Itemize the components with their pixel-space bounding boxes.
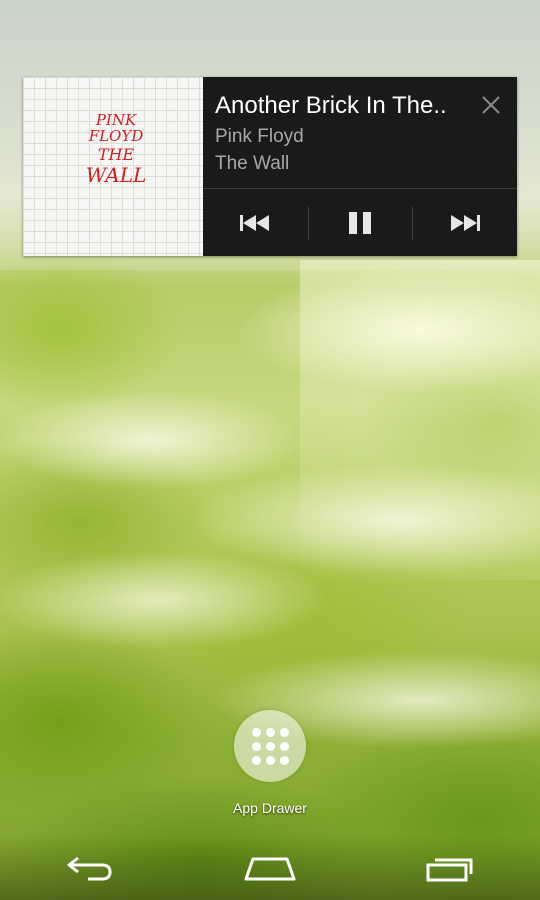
skip-previous-icon xyxy=(240,214,270,231)
track-info-panel: Another Brick In The.. Pink Floyd The Wa… xyxy=(203,77,517,256)
recents-button[interactable] xyxy=(405,838,495,898)
track-title: Another Brick In The.. xyxy=(215,92,447,119)
recent-apps-icon xyxy=(426,858,473,881)
next-button[interactable] xyxy=(412,189,517,256)
album-art-line-2: FLOYD xyxy=(88,126,144,145)
music-widget: PINK FLOYD THE WALL Another Brick In The… xyxy=(23,77,517,256)
track-artist: Pink Floyd xyxy=(215,126,304,147)
pause-button[interactable] xyxy=(307,189,413,256)
app-drawer-label: App Drawer xyxy=(233,800,307,816)
track-meta[interactable]: Another Brick In The.. Pink Floyd The Wa… xyxy=(203,77,517,188)
home-icon xyxy=(244,857,296,880)
skip-next-icon xyxy=(450,214,480,231)
app-drawer-button[interactable]: App Drawer xyxy=(232,710,308,816)
album-art[interactable]: PINK FLOYD THE WALL xyxy=(23,77,203,256)
home-screen: PINK FLOYD THE WALL Another Brick In The… xyxy=(0,0,540,900)
close-icon[interactable] xyxy=(479,93,503,117)
previous-button[interactable] xyxy=(203,189,308,256)
playback-controls xyxy=(203,188,517,256)
navigation-bar xyxy=(0,835,540,900)
album-art-text: PINK FLOYD THE WALL xyxy=(81,112,151,188)
pause-icon xyxy=(349,211,371,234)
back-icon xyxy=(67,856,112,880)
album-art-line-3: THE xyxy=(97,144,135,164)
app-grid-icon xyxy=(234,710,306,782)
album-art-line-4: WALL xyxy=(85,163,147,188)
home-button[interactable] xyxy=(225,838,315,898)
back-button[interactable] xyxy=(45,838,135,898)
wallpaper-sun-rays xyxy=(300,260,540,580)
track-album: The Wall xyxy=(215,153,290,174)
